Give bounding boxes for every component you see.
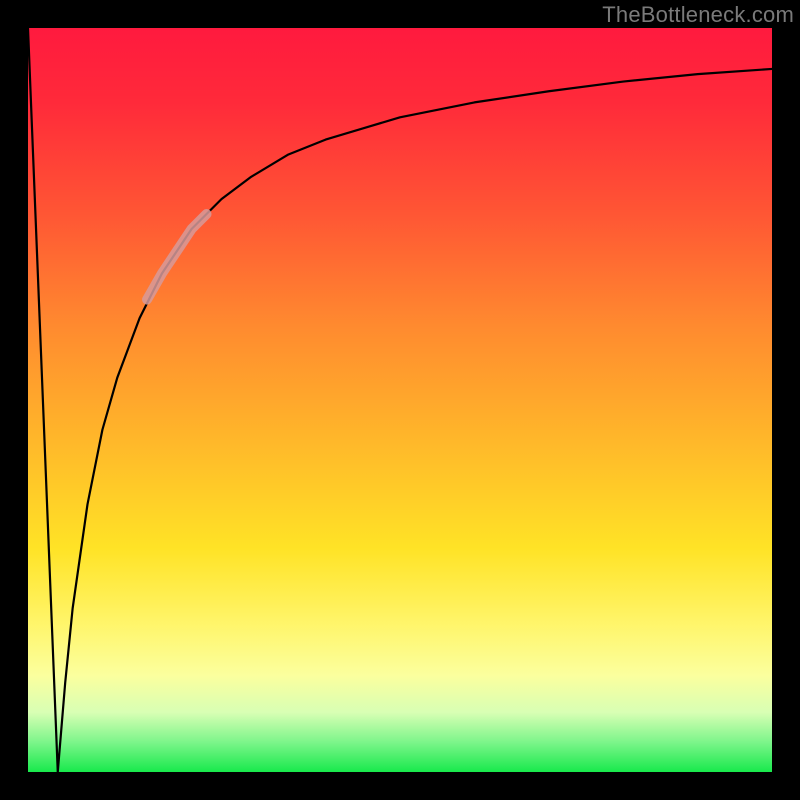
plot-area (28, 28, 772, 772)
curve-layer (28, 28, 772, 772)
chart-frame: TheBottleneck.com (0, 0, 800, 800)
highlight-segment (147, 214, 207, 300)
watermark-text: TheBottleneck.com (602, 2, 794, 28)
bottleneck-curve (28, 28, 772, 772)
